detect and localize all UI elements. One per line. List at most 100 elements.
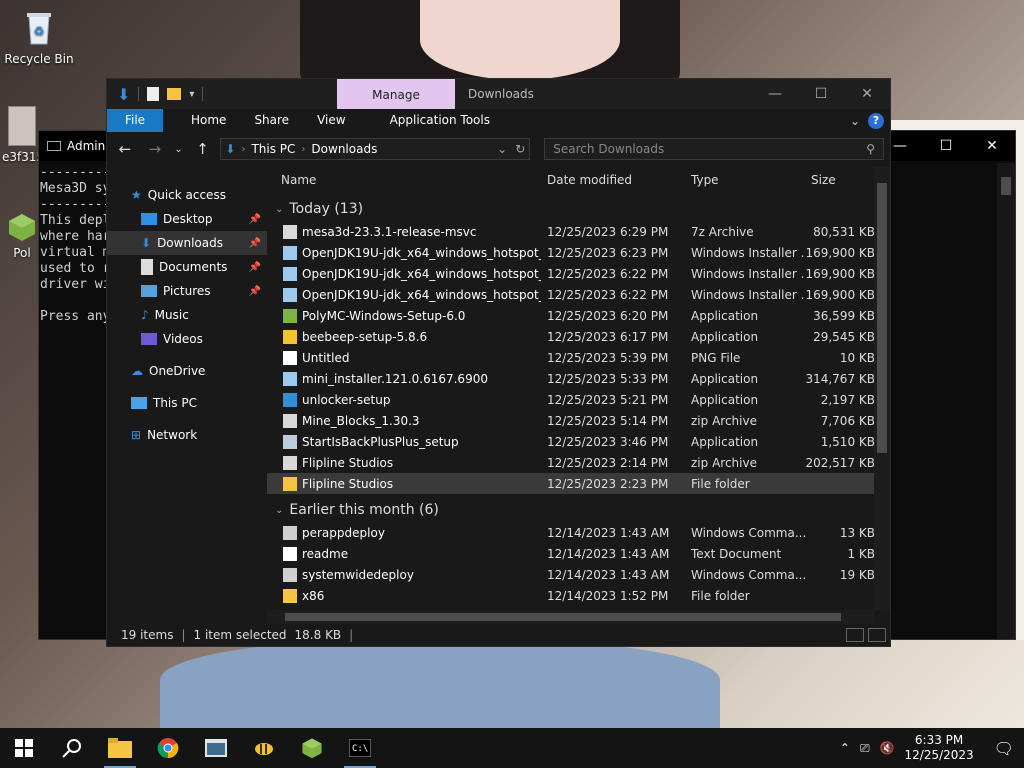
tab-home[interactable]: Home: [163, 109, 240, 132]
back-arrow-icon[interactable]: ←: [113, 140, 137, 158]
file-row[interactable]: Mine_Blocks_1.30.3 12/25/2023 5:14 PM zip …: [267, 410, 890, 431]
pin-icon[interactable]: 📌: [249, 286, 261, 297]
nav-network[interactable]: ⊞ Network: [107, 423, 267, 447]
taskbar-cmd[interactable]: C:\: [336, 728, 384, 768]
file-row[interactable]: readme 12/14/2023 1:43 AM Text Document 1 K…: [267, 543, 890, 564]
horizontal-scroll-thumb[interactable]: [285, 613, 841, 621]
taskbar-app-window[interactable]: [192, 728, 240, 768]
vertical-scroll-thumb[interactable]: [877, 183, 887, 453]
refresh-icon[interactable]: ↻: [515, 142, 525, 156]
volume-muted-icon[interactable]: 🔇: [880, 741, 895, 755]
recent-locations-chevron-icon[interactable]: ⌄: [173, 144, 185, 155]
nav-quick-access[interactable]: ★ Quick access: [107, 183, 267, 207]
new-folder-icon[interactable]: [167, 88, 182, 100]
file-row[interactable]: Untitled 12/25/2023 5:39 PM PNG File 10 KB: [267, 347, 890, 368]
help-icon[interactable]: ?: [868, 112, 884, 129]
explorer-titlebar[interactable]: ⬇ ▾ Manage Downloads — ☐ ✕: [107, 79, 890, 109]
show-hidden-icons-chevron-icon[interactable]: ⌃: [840, 741, 850, 755]
notification-icon[interactable]: 🗨: [994, 739, 1014, 758]
file-row[interactable]: mesa3d-23.3.1-release-msvc 12/25/2023 6:2…: [267, 221, 890, 242]
tab-file[interactable]: File: [107, 109, 163, 132]
group-header[interactable]: ⌄ Today (13): [267, 197, 890, 221]
unlocker-icon: [283, 392, 297, 407]
close-button[interactable]: ✕: [844, 86, 890, 102]
network-status-icon[interactable]: ⎚: [860, 741, 870, 756]
file-row[interactable]: PolyMC-Windows-Setup-6.0 12/25/2023 6:20 …: [267, 305, 890, 326]
file-row[interactable]: x86 12/14/2023 1:52 PM File folder: [267, 585, 890, 606]
minimize-button[interactable]: —: [752, 86, 798, 102]
cmd-scrollbar[interactable]: [997, 163, 1015, 639]
ribbon-expand-chevron-icon[interactable]: ⌄: [850, 114, 860, 128]
desktop-icon-image[interactable]: e3f315: [2, 106, 44, 164]
file-row[interactable]: OpenJDK19U-jdk_x64_windows_hotspot_... 12…: [267, 284, 890, 305]
forward-arrow-icon[interactable]: →: [143, 140, 167, 158]
pin-icon[interactable]: 📌: [249, 262, 261, 273]
column-type[interactable]: Type: [685, 173, 805, 187]
breadcrumb-chevron-icon[interactable]: ›: [301, 144, 305, 155]
nav-onedrive[interactable]: ☁ OneDrive: [107, 359, 267, 383]
up-arrow-icon[interactable]: ↑: [191, 140, 215, 158]
horizontal-scrollbar[interactable]: [267, 610, 874, 624]
taskbar-beebeep[interactable]: [240, 728, 288, 768]
search-box[interactable]: Search Downloads ⚲: [544, 138, 884, 160]
group-header[interactable]: ⌄ Earlier this month (6): [267, 498, 890, 522]
tab-manage[interactable]: Manage: [337, 79, 455, 109]
terminal-icon: C:\: [349, 739, 371, 757]
breadcrumb-this-pc[interactable]: This PC: [251, 142, 295, 156]
cmd-close-button[interactable]: ✕: [969, 138, 1015, 154]
taskbar-polymc[interactable]: [288, 728, 336, 768]
clock[interactable]: 6:33 PM 12/25/2023: [905, 733, 974, 763]
group-collapse-chevron-icon[interactable]: ⌄: [275, 505, 283, 516]
qat-dropdown-icon[interactable]: ▾: [189, 89, 194, 100]
desktop-icon-polymc[interactable]: Pol: [2, 212, 42, 260]
tab-share[interactable]: Share: [240, 109, 303, 132]
file-row[interactable]: OpenJDK19U-jdk_x64_windows_hotspot_... 12…: [267, 263, 890, 284]
column-size[interactable]: Size: [805, 173, 877, 187]
nav-downloads[interactable]: ⬇ Downloads 📌: [107, 231, 267, 255]
desktop-icon-recycle-bin[interactable]: ♻ Recycle Bin: [2, 8, 76, 66]
file-row[interactable]: systemwidedeploy 12/14/2023 1:43 AM Window…: [267, 564, 890, 585]
file-name-cell: Mine_Blocks_1.30.3: [267, 413, 541, 428]
file-row[interactable]: perappdeploy 12/14/2023 1:43 AM Windows Co…: [267, 522, 890, 543]
nav-music[interactable]: ♪ Music: [107, 303, 267, 327]
cmd-scroll-thumb[interactable]: [1001, 177, 1011, 195]
file-row[interactable]: Flipline Studios 12/25/2023 2:23 PM File f…: [267, 473, 890, 494]
file-row[interactable]: mini_installer.121.0.6167.6900 12/25/2023…: [267, 368, 890, 389]
nav-videos[interactable]: Videos: [107, 327, 267, 351]
file-row[interactable]: unlocker-setup 12/25/2023 5:21 PM Applicat…: [267, 389, 890, 410]
maximize-button[interactable]: ☐: [798, 86, 844, 102]
nav-label: Desktop: [163, 212, 213, 226]
tab-application-tools[interactable]: Application Tools: [360, 109, 504, 132]
address-dropdown-icon[interactable]: ⌄: [497, 142, 507, 156]
vertical-scrollbar[interactable]: [874, 167, 890, 610]
large-icons-view-icon[interactable]: [868, 628, 886, 642]
breadcrumb-chevron-icon[interactable]: ›: [241, 144, 245, 155]
nav-label: Quick access: [147, 188, 226, 202]
breadcrumb-downloads[interactable]: Downloads: [311, 142, 377, 156]
file-row[interactable]: StartIsBackPlusPlus_setup 12/25/2023 3:46…: [267, 431, 890, 452]
nav-documents[interactable]: Documents 📌: [107, 255, 267, 279]
pin-icon[interactable]: 📌: [249, 214, 261, 225]
search-button[interactable]: [48, 728, 96, 768]
navigation-pane: ★ Quick access Desktop 📌 ⬇ Downloads 📌 D…: [107, 167, 267, 624]
column-name[interactable]: Name: [267, 173, 541, 187]
properties-icon[interactable]: [147, 87, 160, 101]
nav-this-pc[interactable]: This PC: [107, 391, 267, 415]
explorer-window[interactable]: ⬇ ▾ Manage Downloads — ☐ ✕ File Home Sha…: [106, 78, 891, 647]
cmd-maximize-button[interactable]: ☐: [923, 138, 969, 154]
nav-pictures[interactable]: Pictures 📌: [107, 279, 267, 303]
file-row[interactable]: beebeep-setup-5.8.6 12/25/2023 6:17 PM App…: [267, 326, 890, 347]
column-date-modified[interactable]: Date modified: [541, 173, 685, 187]
group-collapse-chevron-icon[interactable]: ⌄: [275, 204, 283, 215]
file-name-cell: unlocker-setup: [267, 392, 541, 407]
file-row[interactable]: Flipline Studios 12/25/2023 2:14 PM zip Ar…: [267, 452, 890, 473]
file-row[interactable]: OpenJDK19U-jdk_x64_windows_hotspot_... 12…: [267, 242, 890, 263]
nav-desktop[interactable]: Desktop 📌: [107, 207, 267, 231]
tab-view[interactable]: View: [303, 109, 359, 132]
taskbar-file-explorer[interactable]: [96, 728, 144, 768]
pin-icon[interactable]: 📌: [249, 238, 261, 249]
address-bar[interactable]: ⬇ › This PC › Downloads ⌄ ↻: [220, 138, 531, 160]
taskbar-chrome[interactable]: [144, 728, 192, 768]
details-view-icon[interactable]: [846, 628, 864, 642]
start-button[interactable]: [0, 728, 48, 768]
